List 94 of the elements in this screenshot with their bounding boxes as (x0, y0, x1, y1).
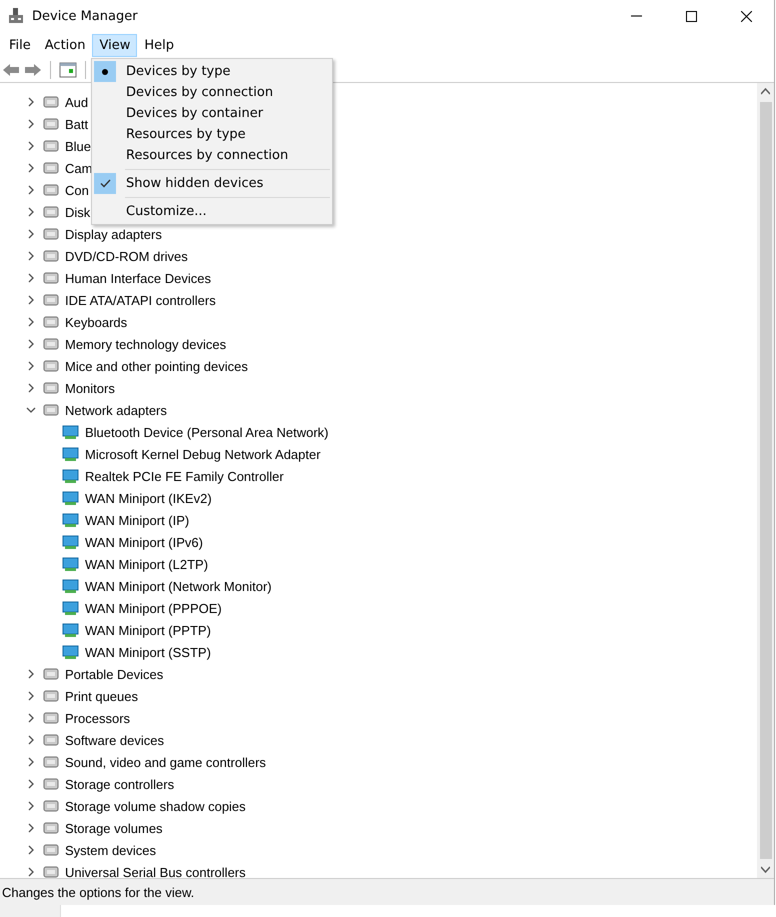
tree-item[interactable]: WAN Miniport (L2TP) (85, 556, 208, 572)
tree-item[interactable]: WAN Miniport (PPTP) (85, 622, 211, 638)
tree-item[interactable]: Aud (65, 94, 88, 110)
menu-option[interactable]: Devices by type (126, 64, 230, 79)
menu-item[interactable]: File (2, 34, 38, 56)
tree-item[interactable]: Universal Serial Bus controllers (65, 864, 246, 878)
tree-item[interactable]: Disk (65, 204, 90, 220)
network-adapter-icon (62, 446, 80, 462)
network-adapter-icon (62, 424, 80, 440)
network-adapter-icon (62, 534, 80, 550)
tree-item[interactable]: Network adapters (65, 402, 167, 418)
device-icon (42, 380, 60, 396)
device-icon (42, 776, 60, 792)
device-icon (42, 358, 60, 374)
tree-item[interactable]: Blue (65, 138, 92, 154)
tree-item[interactable]: Storage controllers (65, 776, 174, 792)
maximize-icon[interactable] (686, 10, 697, 22)
device-icon (42, 292, 60, 308)
menu-option[interactable]: Show hidden devices (126, 176, 264, 191)
menu-option[interactable]: Resources by type (126, 127, 246, 142)
tree-item[interactable]: Keyboards (65, 314, 128, 330)
device-icon (42, 270, 60, 286)
device-icon (42, 798, 60, 814)
tree-item[interactable]: Software devices (65, 732, 164, 748)
tree-item[interactable]: Display adapters (65, 226, 162, 242)
tree-item[interactable]: Storage volume shadow copies (65, 798, 246, 814)
menu-item[interactable]: Help (137, 34, 181, 56)
menu-option[interactable]: Customize... (126, 204, 207, 219)
app-icon (8, 7, 24, 25)
device-icon (42, 688, 60, 704)
tree-item[interactable]: DVD/CD-ROM drives (65, 248, 188, 264)
tree-item[interactable]: WAN Miniport (Network Monitor) (85, 578, 272, 594)
tree-item[interactable]: Memory technology devices (65, 336, 226, 352)
device-icon (42, 138, 60, 154)
device-icon (42, 842, 60, 858)
tree-item[interactable]: WAN Miniport (PPPOE) (85, 600, 222, 616)
menu-option[interactable]: Resources by connection (126, 148, 288, 163)
minimize-icon[interactable] (631, 15, 642, 17)
tree-item[interactable]: WAN Miniport (IKEv2) (85, 490, 212, 506)
window-title: Device Manager (32, 8, 139, 24)
tree-item[interactable]: WAN Miniport (IP) (85, 512, 190, 528)
tree-item[interactable]: Human Interface Devices (65, 270, 211, 286)
device-icon (42, 182, 60, 198)
device-icon (42, 314, 60, 330)
radio-dot-icon (102, 68, 108, 74)
properties-icon[interactable] (59, 62, 77, 78)
tree-item[interactable]: WAN Miniport (IPv6) (85, 534, 203, 550)
device-icon (42, 226, 60, 242)
tree-item[interactable]: Con (65, 182, 89, 198)
device-icon (42, 160, 60, 176)
menu-option[interactable]: Devices by container (126, 106, 264, 121)
menu-item[interactable]: Action (38, 34, 92, 56)
device-icon (42, 248, 60, 264)
network-adapter-icon (62, 556, 80, 572)
network-adapter-icon (62, 600, 80, 616)
network-adapter-icon (62, 578, 80, 594)
tree-item[interactable]: Mice and other pointing devices (65, 358, 248, 374)
network-adapter-icon (62, 644, 80, 660)
device-icon (42, 336, 60, 352)
network-adapter-icon (62, 490, 80, 506)
tree-item[interactable]: Print queues (65, 688, 138, 704)
device-icon (42, 94, 60, 110)
device-icon (42, 732, 60, 748)
network-adapter-icon (62, 622, 80, 638)
device-icon (42, 754, 60, 770)
forward-icon[interactable] (24, 62, 42, 78)
device-icon (42, 710, 60, 726)
tree-item[interactable]: Sound, video and game controllers (65, 754, 266, 770)
tree-item[interactable]: Bluetooth Device (Personal Area Network) (85, 424, 329, 440)
scrollbar-thumb[interactable] (760, 102, 772, 859)
tree-item[interactable]: Batt (65, 116, 88, 132)
tree-item[interactable]: Storage volumes (65, 820, 163, 836)
tree-item[interactable]: System devices (65, 842, 156, 858)
tree-item[interactable]: IDE ATA/ATAPI controllers (65, 292, 216, 308)
tree-item[interactable]: Portable Devices (65, 666, 164, 682)
network-adapter-icon (62, 468, 80, 484)
network-adapter-icon (62, 512, 80, 528)
device-icon (42, 204, 60, 220)
device-icon (42, 820, 60, 836)
device-icon (42, 666, 60, 682)
device-icon (42, 116, 60, 132)
tree-item[interactable]: Monitors (65, 380, 115, 396)
tree-item[interactable]: Processors (65, 710, 130, 726)
tree-item[interactable]: Realtek PCIe FE Family Controller (85, 468, 284, 484)
menu-item[interactable]: View (92, 34, 138, 56)
menu-option[interactable]: Devices by connection (126, 85, 274, 100)
back-icon[interactable] (2, 62, 20, 78)
status-text: Changes the options for the view. (1, 884, 194, 900)
close-icon[interactable] (741, 10, 752, 22)
tree-item[interactable]: Microsoft Kernel Debug Network Adapter (85, 446, 321, 462)
tree-item[interactable]: Cam (65, 160, 92, 176)
device-icon (42, 402, 60, 418)
tree-item[interactable]: WAN Miniport (SSTP) (85, 644, 211, 660)
checkmark-icon (100, 179, 110, 188)
